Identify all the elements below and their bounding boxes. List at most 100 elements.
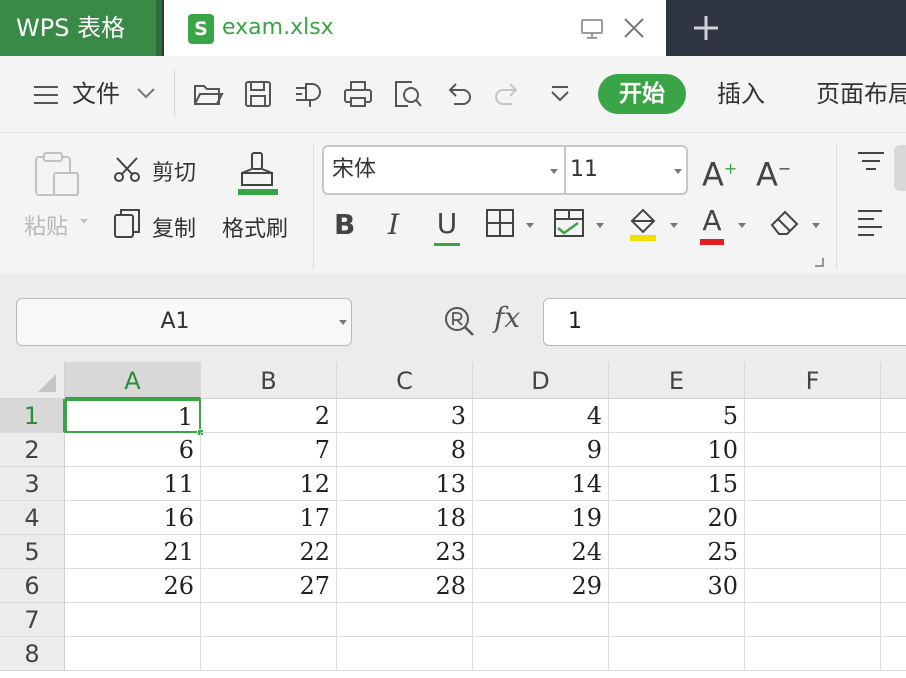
column-header-a[interactable]: A bbox=[65, 362, 201, 399]
tab-page-layout[interactable]: 页面布局 bbox=[816, 74, 906, 114]
merge-cells-dropdown-icon[interactable] bbox=[596, 223, 604, 228]
tab-start[interactable]: 开始 bbox=[598, 74, 686, 114]
document-tab[interactable]: S exam.xlsx bbox=[164, 0, 666, 56]
cell-d7[interactable] bbox=[473, 603, 609, 637]
cell-a2[interactable]: 6 bbox=[65, 433, 201, 467]
name-box-dropdown-icon[interactable] bbox=[339, 320, 347, 325]
column-header-e[interactable]: E bbox=[609, 362, 745, 399]
cell-partial[interactable] bbox=[881, 433, 906, 467]
formula-input[interactable]: 1 bbox=[543, 298, 906, 346]
row-header-7[interactable]: 7 bbox=[0, 603, 65, 637]
cell-c4[interactable]: 18 bbox=[337, 501, 473, 535]
fill-color-icon[interactable] bbox=[626, 205, 660, 243]
cell-e8[interactable] bbox=[609, 637, 745, 671]
cell-partial[interactable] bbox=[881, 399, 906, 433]
menu-icon[interactable] bbox=[32, 84, 60, 106]
scissors-icon[interactable] bbox=[112, 155, 142, 185]
format-painter-icon[interactable] bbox=[236, 151, 280, 199]
monitor-icon[interactable] bbox=[580, 17, 604, 41]
cell-d2[interactable]: 9 bbox=[473, 433, 609, 467]
row-header-6[interactable]: 6 bbox=[0, 569, 65, 603]
print-icon[interactable] bbox=[342, 78, 374, 110]
cell-c1[interactable]: 3 bbox=[337, 399, 473, 433]
format-painter-button[interactable]: 格式刷 bbox=[222, 211, 288, 243]
eraser-icon[interactable] bbox=[768, 207, 802, 239]
cell-c3[interactable]: 13 bbox=[337, 467, 473, 501]
cell-d1[interactable]: 4 bbox=[473, 399, 609, 433]
cell-d4[interactable]: 19 bbox=[473, 501, 609, 535]
cell-c2[interactable]: 8 bbox=[337, 433, 473, 467]
font-size-field[interactable]: 11 bbox=[570, 147, 598, 193]
cell-f1[interactable] bbox=[745, 399, 881, 433]
name-box[interactable]: A1 bbox=[16, 298, 352, 346]
font-size-dropdown-icon[interactable] bbox=[674, 169, 682, 174]
copy-icon[interactable] bbox=[112, 207, 142, 239]
select-all-button[interactable] bbox=[0, 362, 65, 399]
cell-c5[interactable]: 23 bbox=[337, 535, 473, 569]
cell-e1[interactable]: 5 bbox=[609, 399, 745, 433]
app-tab[interactable]: WPS 表格 bbox=[0, 0, 160, 56]
decrease-font-button[interactable]: A− bbox=[756, 149, 791, 195]
cell-f8[interactable] bbox=[745, 637, 881, 671]
align-top-icon[interactable] bbox=[856, 151, 886, 173]
cell-c6[interactable]: 28 bbox=[337, 569, 473, 603]
cell-f4[interactable] bbox=[745, 501, 881, 535]
insert-function-button[interactable]: fx bbox=[494, 298, 520, 338]
increase-font-button[interactable]: A+ bbox=[702, 149, 737, 195]
cell-partial[interactable] bbox=[881, 637, 906, 671]
export-icon[interactable] bbox=[292, 78, 324, 110]
print-preview-icon[interactable] bbox=[392, 78, 424, 110]
cell-d3[interactable]: 14 bbox=[473, 467, 609, 501]
font-name-field[interactable]: 宋体 bbox=[332, 147, 376, 193]
cell-e3[interactable]: 15 bbox=[609, 467, 745, 501]
cell-partial[interactable] bbox=[881, 535, 906, 569]
italic-button[interactable]: I bbox=[388, 205, 399, 245]
cell-partial[interactable] bbox=[881, 569, 906, 603]
row-header-5[interactable]: 5 bbox=[0, 535, 65, 569]
cell-e2[interactable]: 10 bbox=[609, 433, 745, 467]
cell-a3[interactable]: 11 bbox=[65, 467, 201, 501]
cell-a8[interactable] bbox=[65, 637, 201, 671]
chevron-down-icon[interactable] bbox=[136, 86, 156, 100]
column-header-partial[interactable] bbox=[881, 362, 906, 399]
font-dialog-launcher-icon[interactable] bbox=[814, 257, 824, 267]
font-name-dropdown-icon[interactable] bbox=[550, 169, 558, 174]
borders-dropdown-icon[interactable] bbox=[526, 223, 534, 228]
cell-a1[interactable]: 1 bbox=[65, 399, 201, 433]
cell-c8[interactable] bbox=[337, 637, 473, 671]
cell-c7[interactable] bbox=[337, 603, 473, 637]
cell-partial[interactable] bbox=[881, 467, 906, 501]
close-icon[interactable] bbox=[620, 14, 648, 42]
merge-cells-icon[interactable] bbox=[552, 207, 586, 239]
cell-partial[interactable] bbox=[881, 603, 906, 637]
tab-insert[interactable]: 插入 bbox=[717, 74, 765, 114]
borders-icon[interactable] bbox=[484, 207, 516, 239]
cell-e5[interactable]: 25 bbox=[609, 535, 745, 569]
cell-f2[interactable] bbox=[745, 433, 881, 467]
cell-e7[interactable] bbox=[609, 603, 745, 637]
paste-dropdown-icon[interactable] bbox=[80, 219, 88, 224]
cell-d8[interactable] bbox=[473, 637, 609, 671]
align-left-icon[interactable] bbox=[856, 207, 886, 237]
cell-b4[interactable]: 17 bbox=[201, 501, 337, 535]
cell-b6[interactable]: 27 bbox=[201, 569, 337, 603]
cell-f5[interactable] bbox=[745, 535, 881, 569]
undo-icon[interactable] bbox=[442, 78, 474, 110]
cell-b5[interactable]: 22 bbox=[201, 535, 337, 569]
cell-b3[interactable]: 12 bbox=[201, 467, 337, 501]
cell-f3[interactable] bbox=[745, 467, 881, 501]
cell-b8[interactable] bbox=[201, 637, 337, 671]
cell-f7[interactable] bbox=[745, 603, 881, 637]
eraser-dropdown-icon[interactable] bbox=[812, 223, 820, 228]
save-icon[interactable] bbox=[242, 78, 274, 110]
cell-e6[interactable]: 30 bbox=[609, 569, 745, 603]
ribbon-scroll-button[interactable] bbox=[894, 145, 906, 191]
copy-button[interactable]: 复制 bbox=[152, 211, 196, 243]
row-header-8[interactable]: 8 bbox=[0, 637, 65, 671]
cell-f6[interactable] bbox=[745, 569, 881, 603]
cell-e4[interactable]: 20 bbox=[609, 501, 745, 535]
font-color-button[interactable]: A bbox=[700, 203, 724, 245]
fill-color-dropdown-icon[interactable] bbox=[670, 223, 678, 228]
row-header-3[interactable]: 3 bbox=[0, 467, 65, 501]
file-menu[interactable]: 文件 bbox=[72, 76, 120, 112]
